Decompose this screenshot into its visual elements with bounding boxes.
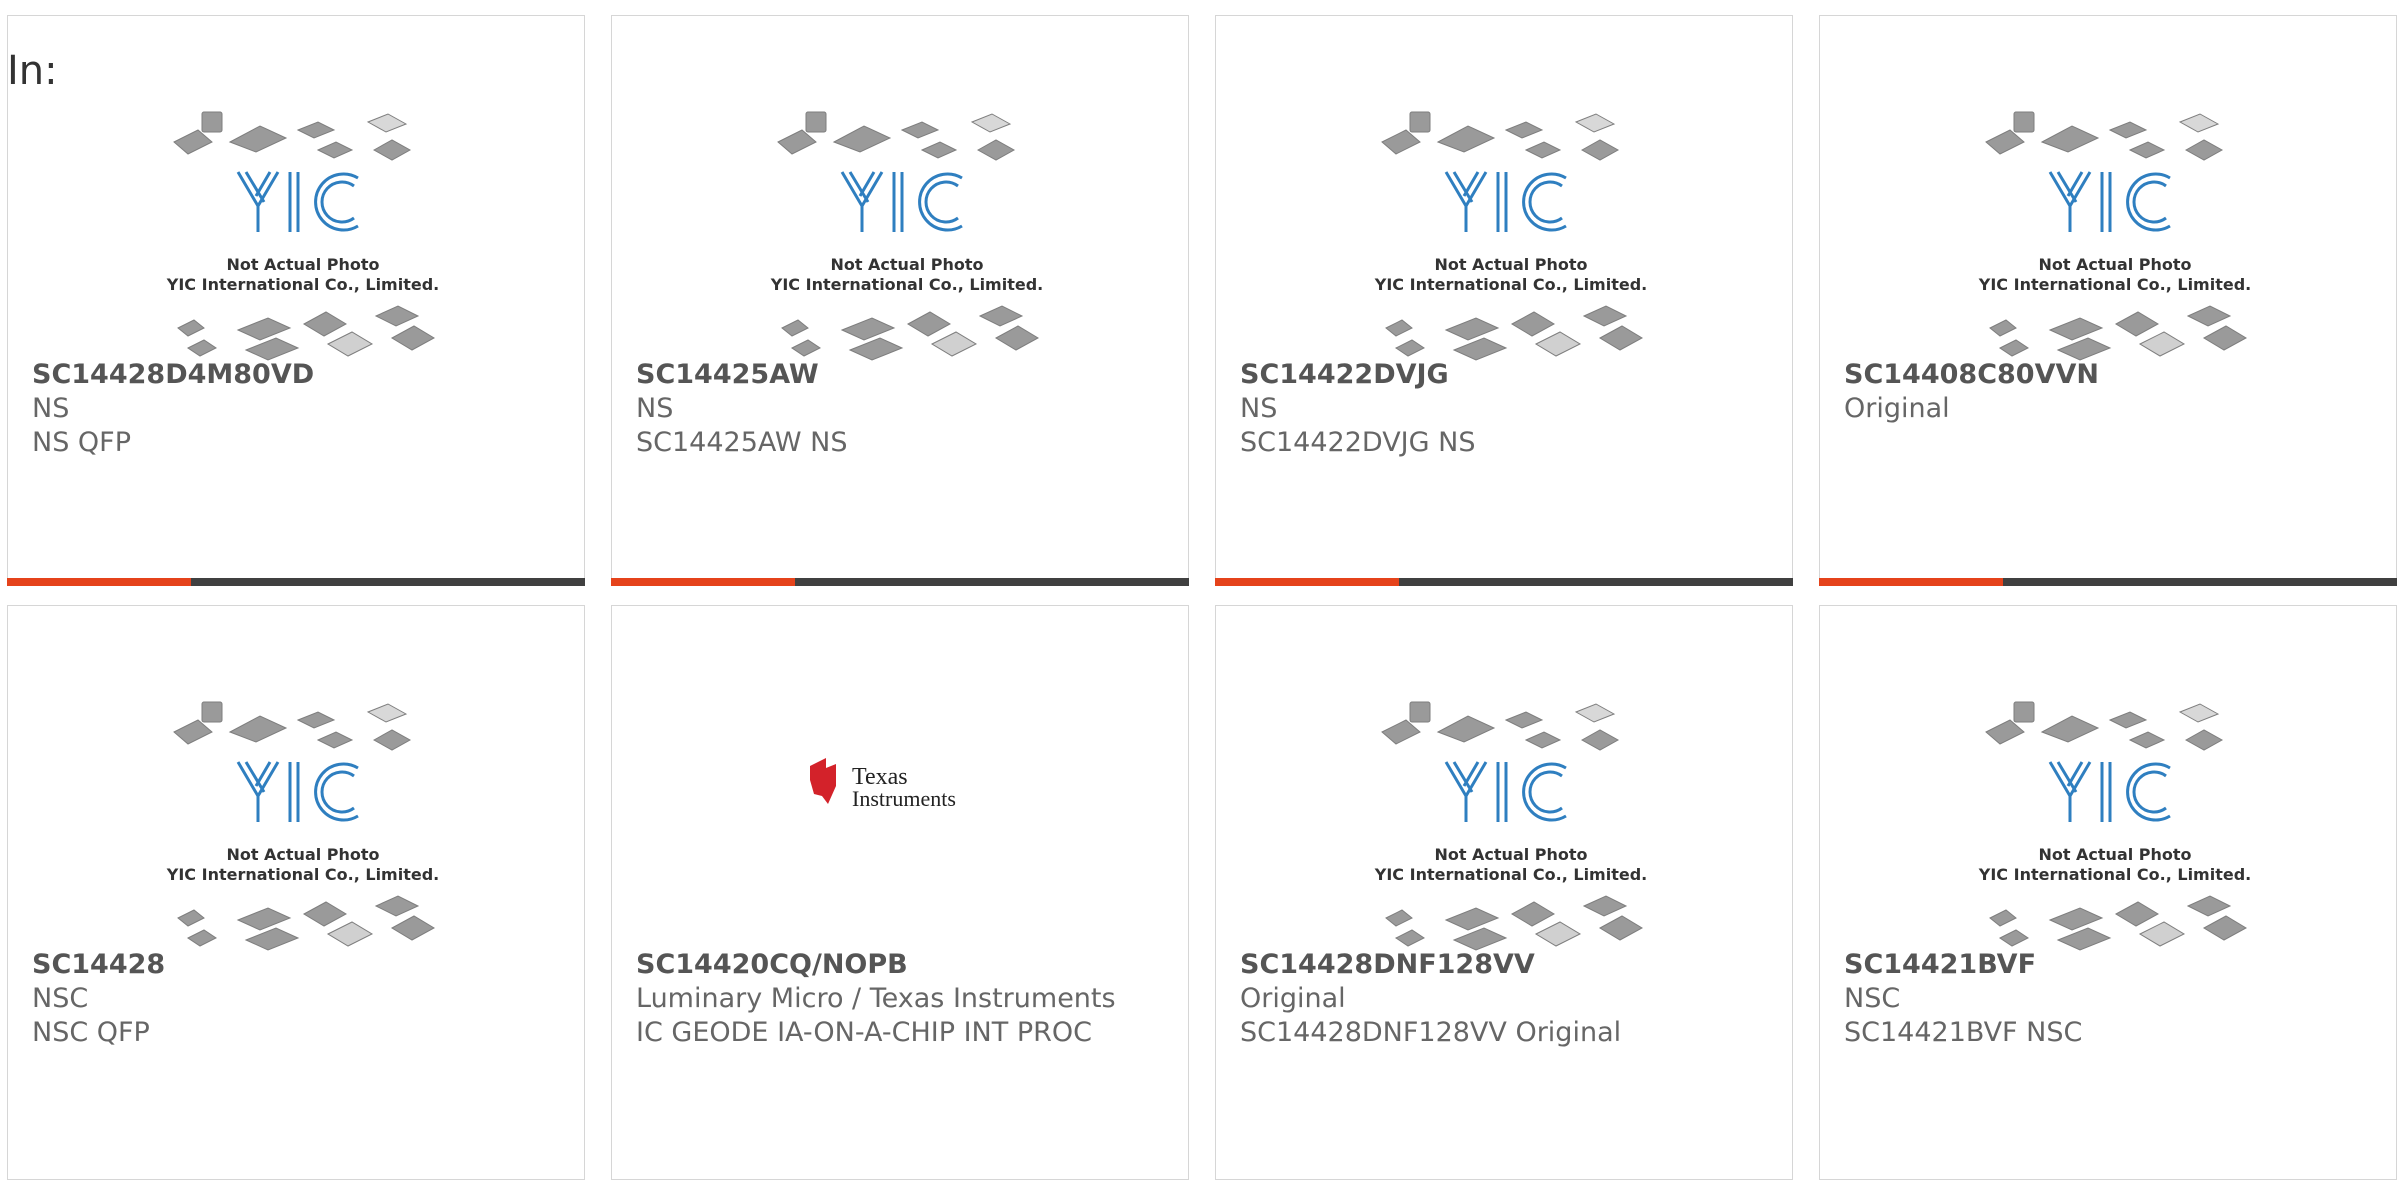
card-bottom-bar: [1215, 578, 1793, 586]
description-label: SC14422DVJG NS: [1240, 427, 1476, 458]
brand-label: NSC: [32, 983, 89, 1014]
part-number-link[interactable]: SC14428D4M80VD: [32, 358, 542, 392]
card-bottom-bar: [611, 578, 1189, 586]
chip-placeholder-image: Not Actual Photo YIC International Co., …: [1978, 701, 2251, 951]
texas-instruments-logo[interactable]: Texas Instruments: [802, 746, 1022, 826]
brand-label: Original: [1844, 393, 1950, 424]
product-image[interactable]: Not Actual Photo YIC International Co., …: [1970, 102, 2260, 366]
description-label: NS QFP: [32, 427, 131, 458]
brand-label: NSC: [1844, 983, 1901, 1014]
chip-placeholder-image: Not Actual Photo YIC International Co., …: [166, 701, 439, 951]
product-card[interactable]: Not Actual Photo YIC International Co., …: [1215, 15, 1793, 586]
svg-text:YIC International Co., Limited: YIC International Co., Limited.: [1374, 275, 1647, 294]
svg-text:Not Actual Photo: Not Actual Photo: [226, 845, 379, 864]
svg-text:YIC International Co., Limited: YIC International Co., Limited.: [166, 275, 439, 294]
product-card[interactable]: Not Actual Photo YIC International Co., …: [7, 15, 585, 586]
product-image[interactable]: Not Actual Photo YIC International Co., …: [1366, 692, 1656, 956]
chip-placeholder-image: Not Actual Photo YIC International Co., …: [166, 111, 439, 361]
product-image[interactable]: Not Actual Photo YIC International Co., …: [762, 102, 1052, 366]
chip-placeholder-image: Not Actual Photo YIC International Co., …: [770, 111, 1043, 361]
description-label: NSC QFP: [32, 1017, 150, 1048]
svg-text:YIC International Co., Limited: YIC International Co., Limited.: [1978, 865, 2251, 884]
description-label: SC14421BVF NSC: [1844, 1017, 2083, 1048]
svg-text:Instruments: Instruments: [852, 786, 956, 811]
card-bottom-bar: [1819, 578, 2397, 586]
part-number-link[interactable]: SC14428DNF128VV: [1240, 948, 1750, 982]
product-image[interactable]: Not Actual Photo YIC International Co., …: [158, 102, 448, 366]
chip-placeholder-image: Not Actual Photo YIC International Co., …: [1374, 701, 1647, 951]
part-number-link[interactable]: SC14421BVF: [1844, 948, 2354, 982]
product-card[interactable]: Not Actual Photo YIC International Co., …: [7, 605, 585, 1180]
part-number-link[interactable]: SC14408C80VVN: [1844, 358, 2354, 392]
part-number-link[interactable]: SC14428: [32, 948, 542, 982]
svg-text:YIC International Co., Limited: YIC International Co., Limited.: [1978, 275, 2251, 294]
product-image[interactable]: Not Actual Photo YIC International Co., …: [1970, 692, 2260, 956]
part-number-link[interactable]: SC14422DVJG: [1240, 358, 1750, 392]
brand-label: NS: [1240, 393, 1278, 424]
svg-text:Not Actual Photo: Not Actual Photo: [2038, 255, 2191, 274]
svg-text:YIC International Co., Limited: YIC International Co., Limited.: [770, 275, 1043, 294]
brand-label: NS: [32, 393, 70, 424]
svg-text:Not Actual Photo: Not Actual Photo: [830, 255, 983, 274]
svg-text:Not Actual Photo: Not Actual Photo: [1434, 845, 1587, 864]
brand-label: Original: [1240, 983, 1346, 1014]
description-label: SC14425AW NS: [636, 427, 848, 458]
part-number-link[interactable]: SC14425AW: [636, 358, 1146, 392]
product-card[interactable]: Not Actual Photo YIC International Co., …: [1215, 605, 1793, 1180]
svg-text:Not Actual Photo: Not Actual Photo: [2038, 845, 2191, 864]
product-image[interactable]: Not Actual Photo YIC International Co., …: [158, 692, 448, 956]
product-image[interactable]: Not Actual Photo YIC International Co., …: [1366, 102, 1656, 366]
description-label: IC GEODE IA-ON-A-CHIP INT PROC: [636, 1017, 1092, 1048]
brand-label: Luminary Micro / Texas Instruments: [636, 983, 1116, 1014]
card-bottom-bar: [7, 578, 585, 586]
chip-placeholder-image: Not Actual Photo YIC International Co., …: [1374, 111, 1647, 361]
brand-label: NS: [636, 393, 674, 424]
product-card[interactable]: Not Actual Photo YIC International Co., …: [611, 15, 1189, 586]
product-card[interactable]: Texas Instruments SC14420CQ/NOPB Luminar…: [611, 605, 1189, 1180]
svg-text:Not Actual Photo: Not Actual Photo: [1434, 255, 1587, 274]
product-card[interactable]: Not Actual Photo YIC International Co., …: [1819, 15, 2397, 586]
svg-text:YIC International Co., Limited: YIC International Co., Limited.: [1374, 865, 1647, 884]
svg-text:Not Actual Photo: Not Actual Photo: [226, 255, 379, 274]
product-card[interactable]: Not Actual Photo YIC International Co., …: [1819, 605, 2397, 1180]
part-number-link[interactable]: SC14420CQ/NOPB: [636, 948, 1146, 982]
in-label: In:: [7, 48, 58, 94]
chip-placeholder-image: Not Actual Photo YIC International Co., …: [1978, 111, 2251, 361]
ti-logo-mark: [810, 758, 836, 804]
description-label: SC14428DNF128VV Original: [1240, 1017, 1622, 1048]
svg-text:YIC International Co., Limited: YIC International Co., Limited.: [166, 865, 439, 884]
